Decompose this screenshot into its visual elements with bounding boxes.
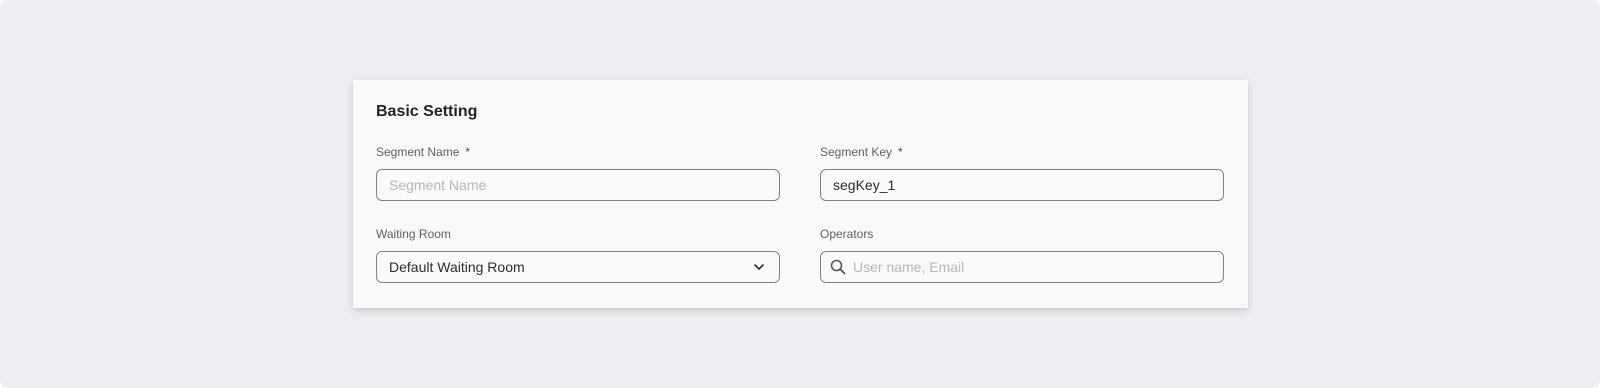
segment-key-input-box xyxy=(820,169,1224,201)
segment-name-label: Segment Name * xyxy=(376,144,780,160)
required-asterisk: * xyxy=(898,145,903,159)
operators-search-box xyxy=(820,251,1224,283)
segment-name-input[interactable] xyxy=(377,170,779,200)
card-title: Basic Setting xyxy=(376,103,478,120)
segment-name-field: Segment Name * xyxy=(376,144,780,201)
operators-search-input[interactable] xyxy=(821,252,1223,282)
segment-name-input-box xyxy=(376,169,780,201)
segment-key-label-text: Segment Key xyxy=(820,145,893,159)
operators-label: Operators xyxy=(820,227,874,241)
waiting-room-selected-value: Default Waiting Room xyxy=(389,259,525,275)
required-asterisk: * xyxy=(465,145,471,159)
waiting-room-label: Waiting Room xyxy=(376,227,451,241)
segment-name-label-text: Segment Name xyxy=(376,145,460,159)
segment-key-input[interactable] xyxy=(821,170,1223,200)
page-background: Basic Setting Segment Name * Segment Key *… xyxy=(0,0,1600,388)
chevron-down-icon xyxy=(754,264,764,270)
waiting-room-select[interactable]: Default Waiting Room xyxy=(376,251,780,283)
operators-field: Operators xyxy=(820,226,1224,283)
segment-key-label: Segment Key * xyxy=(820,144,1224,160)
waiting-room-field: Waiting Room Default Waiting Room xyxy=(376,226,780,283)
segment-key-field: Segment Key * xyxy=(820,144,1224,201)
basic-setting-card: Basic Setting Segment Name * Segment Key *… xyxy=(353,80,1248,308)
